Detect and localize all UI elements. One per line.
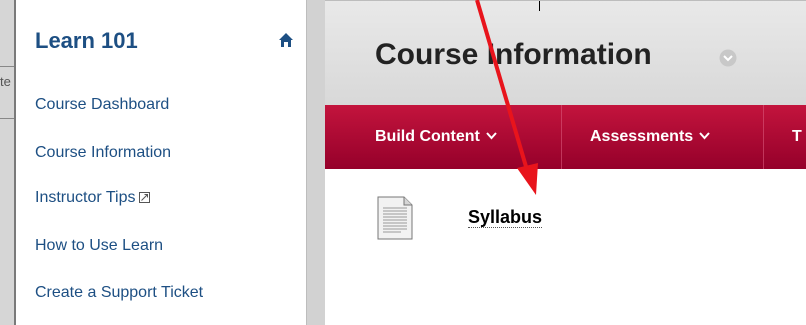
document-icon [377,196,413,240]
course-menu-sidebar: Learn 101 Course Dashboard Course Inform… [14,0,308,325]
edge-divider-top [0,66,14,67]
sidebar-item-label: Create a Support Ticket [35,284,204,301]
sidebar-item-instructor-tips[interactable]: Instructor Tips [35,189,151,207]
sidebar-item-label: Course Information [35,144,172,161]
build-content-menu[interactable]: Build Content [375,105,497,169]
menu-label: Assessments [590,128,694,145]
assessments-menu[interactable]: Assessments [590,105,710,169]
chevron-down-icon [486,132,497,140]
edge-divider-bottom [0,118,14,119]
external-link-icon [139,192,151,203]
home-icon[interactable] [278,32,294,48]
menu-label: Build Content [375,128,480,145]
menu-separator [763,105,764,169]
course-title[interactable]: Learn 101 [35,28,138,54]
sidebar-item-label: Course Dashboard [35,96,170,113]
header-divider [539,1,540,11]
sidebar-item-label: Instructor Tips [35,189,136,206]
chevron-down-icon [699,132,710,140]
sidebar-item-create-support-ticket[interactable]: Create a Support Ticket [35,284,203,302]
background-window-edge: te [0,0,15,325]
sidebar-item-label: How to Use Learn [35,237,164,254]
action-bar: Build Content Assessments T [325,105,806,169]
syllabus-link[interactable]: Syllabus [468,207,543,228]
content-area: Course Information Build Content Assessm… [325,0,806,325]
menu-separator [561,105,562,169]
clipped-text: te [0,74,11,89]
page-header: Course Information [325,0,806,106]
sidebar-resize-handle[interactable] [306,0,326,325]
chevron-down-circle-icon[interactable] [719,49,737,67]
tools-menu[interactable]: T [792,105,802,169]
menu-label: T [792,128,802,145]
content-item: Syllabus [325,169,806,325]
sidebar-item-course-dashboard[interactable]: Course Dashboard [35,96,169,114]
sidebar-item-course-information[interactable]: Course Information [35,144,171,162]
sidebar-item-how-to-use-learn[interactable]: How to Use Learn [35,237,163,255]
page-title: Course Information [375,38,652,71]
